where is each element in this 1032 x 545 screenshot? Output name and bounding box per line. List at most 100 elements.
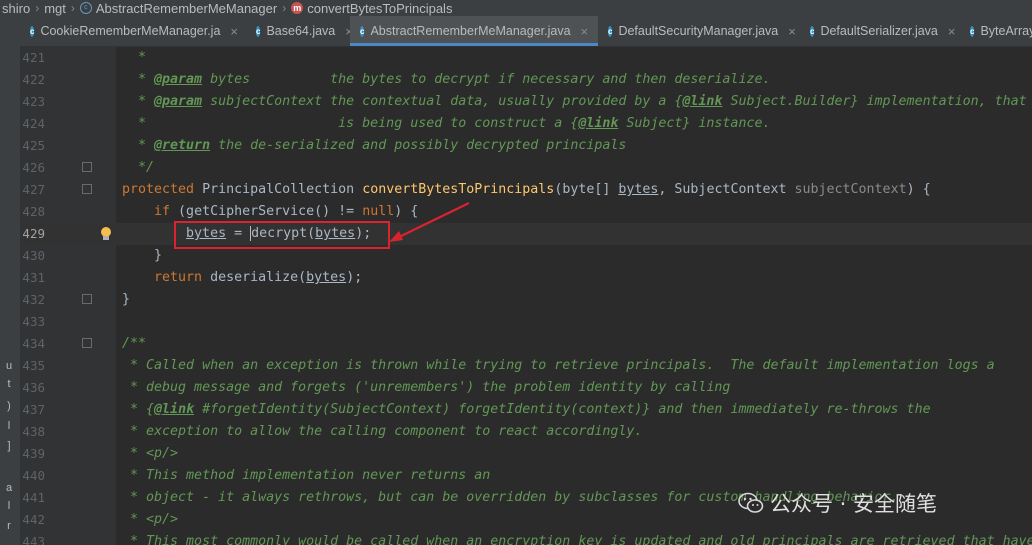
- code-line: * {@link #forgetIdentity(SubjectContext)…: [130, 402, 931, 417]
- tool-window-label[interactable]: a: [0, 482, 18, 494]
- wechat-icon: [738, 492, 764, 513]
- close-icon[interactable]: ×: [948, 24, 956, 39]
- fold-marker-icon[interactable]: [82, 162, 92, 172]
- tool-window-label[interactable]: u: [0, 360, 18, 372]
- line-number: 427: [22, 182, 45, 197]
- code-line: /**: [122, 336, 147, 351]
- line-number: 443: [22, 534, 45, 545]
- code-line: * is being used to construct a {@link Su…: [138, 116, 771, 131]
- method-icon: m: [291, 2, 304, 14]
- line-number: 442: [22, 512, 45, 527]
- line-number: 431: [22, 270, 45, 285]
- highlight-box: [174, 221, 390, 249]
- line-number: 426: [22, 160, 45, 175]
- fold-marker-icon[interactable]: [82, 184, 92, 194]
- code-line: *: [138, 50, 147, 65]
- code-line: * @param bytes the bytes to decrypt if n…: [122, 72, 771, 87]
- chevron-right-icon: ›: [70, 1, 75, 15]
- tool-window-label[interactable]: l: [0, 500, 18, 512]
- tab-label: DefaultSecurityManager.java: [618, 24, 779, 38]
- chevron-right-icon: ›: [35, 1, 40, 15]
- watermark: 公众号 · 安全随笔: [738, 488, 937, 518]
- code-line: * <p/>: [130, 446, 179, 461]
- line-number: 441: [22, 490, 45, 505]
- breadcrumb-item-mgt[interactable]: mgt: [42, 1, 68, 16]
- breadcrumb-item-class[interactable]: c AbstractRememberMeManager: [78, 1, 279, 16]
- tool-window-label[interactable]: ): [0, 400, 18, 412]
- code-line: }: [154, 248, 163, 263]
- breadcrumb-label: AbstractRememberMeManager: [95, 0, 278, 16]
- chevron-right-icon: ›: [282, 1, 287, 15]
- editor-tab-bar: c CookieRememberMeManager.ja × c Base64.…: [20, 16, 1032, 47]
- line-number: 421: [22, 50, 45, 65]
- tool-window-label[interactable]: ]: [0, 440, 18, 452]
- line-number: 434: [22, 336, 45, 351]
- code-line: * debug message and forgets ('unremember…: [130, 380, 731, 395]
- code-line: * Called when an exception is thrown whi…: [130, 358, 995, 373]
- tab-default-serializer[interactable]: c DefaultSerializer.java ×: [800, 16, 960, 46]
- tool-window-strip: [0, 16, 20, 545]
- code-line: * @param subjectContext the contextual d…: [122, 94, 1027, 109]
- line-number: 424: [22, 116, 45, 131]
- tab-label: AbstractRememberMeManager.java: [370, 24, 571, 38]
- tab-abstract-remember-me-manager[interactable]: c AbstractRememberMeManager.java ×: [350, 16, 598, 46]
- breadcrumb-item-method[interactable]: m convertBytesToPrincipals: [289, 1, 454, 16]
- breadcrumb-item-shiro[interactable]: shiro: [0, 1, 32, 16]
- tab-byte-array-input[interactable]: c ByteArrayIn: [960, 16, 1032, 46]
- line-number: 437: [22, 402, 45, 417]
- code-line: * This most commonly would be called whe…: [130, 534, 1032, 545]
- code-line: return deserialize(bytes);: [154, 270, 363, 285]
- line-number: 430: [22, 248, 45, 263]
- code-line: protected PrincipalCollection convertByt…: [122, 182, 931, 197]
- code-line: }: [122, 292, 131, 307]
- fold-marker-icon[interactable]: [82, 294, 92, 304]
- java-class-icon: c: [810, 25, 815, 37]
- line-number: 433: [22, 314, 45, 329]
- tab-label: CookieRememberMeManager.ja: [40, 24, 221, 38]
- breadcrumb-label: shiro: [2, 0, 31, 16]
- code-editor[interactable]: 421 422 423 424 425 426 427 428 429 430 …: [20, 47, 1032, 545]
- code-line: * @return the de-serialized and possibly…: [122, 138, 627, 153]
- tab-cookie-remember-me-manager[interactable]: c CookieRememberMeManager.ja ×: [20, 16, 246, 46]
- code-line: * This method implementation never retur…: [130, 468, 491, 483]
- code-line: if (getCipherService() != null) {: [154, 204, 419, 219]
- java-class-icon: c: [256, 25, 261, 37]
- line-number: 435: [22, 358, 45, 373]
- tool-window-label[interactable]: l: [0, 420, 18, 432]
- tool-window-label[interactable]: t: [0, 378, 18, 390]
- annotation-arrow: [389, 202, 470, 242]
- java-class-icon: c: [608, 25, 613, 37]
- code-line: * <p/>: [130, 512, 179, 527]
- code-line: * exception to allow the calling compone…: [130, 424, 643, 439]
- breadcrumb-label: mgt: [44, 0, 66, 16]
- close-icon[interactable]: ×: [230, 24, 238, 39]
- java-class-icon: c: [360, 25, 365, 37]
- tab-label: ByteArrayIn: [980, 24, 1032, 38]
- tool-window-label[interactable]: r: [0, 520, 18, 532]
- lightbulb-icon[interactable]: [101, 227, 111, 241]
- line-number: 438: [22, 424, 45, 439]
- class-icon: c: [79, 2, 92, 14]
- breadcrumb-label: convertBytesToPrincipals: [307, 0, 453, 16]
- java-class-icon: c: [970, 25, 975, 37]
- fold-marker-icon[interactable]: [82, 338, 92, 348]
- close-icon[interactable]: ×: [581, 24, 589, 39]
- line-number: 436: [22, 380, 45, 395]
- line-number: 440: [22, 468, 45, 483]
- line-number: 425: [22, 138, 45, 153]
- line-number: 439: [22, 446, 45, 461]
- line-number: 429: [22, 226, 45, 241]
- tab-base64[interactable]: c Base64.java ×: [246, 16, 353, 46]
- code-line: */: [138, 160, 155, 175]
- tab-label: DefaultSerializer.java: [820, 24, 938, 38]
- line-number: 423: [22, 94, 45, 109]
- java-class-icon: c: [30, 25, 35, 37]
- tab-default-security-manager[interactable]: c DefaultSecurityManager.java ×: [598, 16, 800, 46]
- breadcrumb: shiro › mgt › c AbstractRememberMeManager…: [0, 0, 1032, 16]
- line-number: 432: [22, 292, 45, 307]
- line-number: 422: [22, 72, 45, 87]
- tab-label: Base64.java: [266, 24, 336, 38]
- watermark-text: 公众号 · 安全随笔: [770, 492, 938, 516]
- close-icon[interactable]: ×: [788, 24, 796, 39]
- line-number: 428: [22, 204, 45, 219]
